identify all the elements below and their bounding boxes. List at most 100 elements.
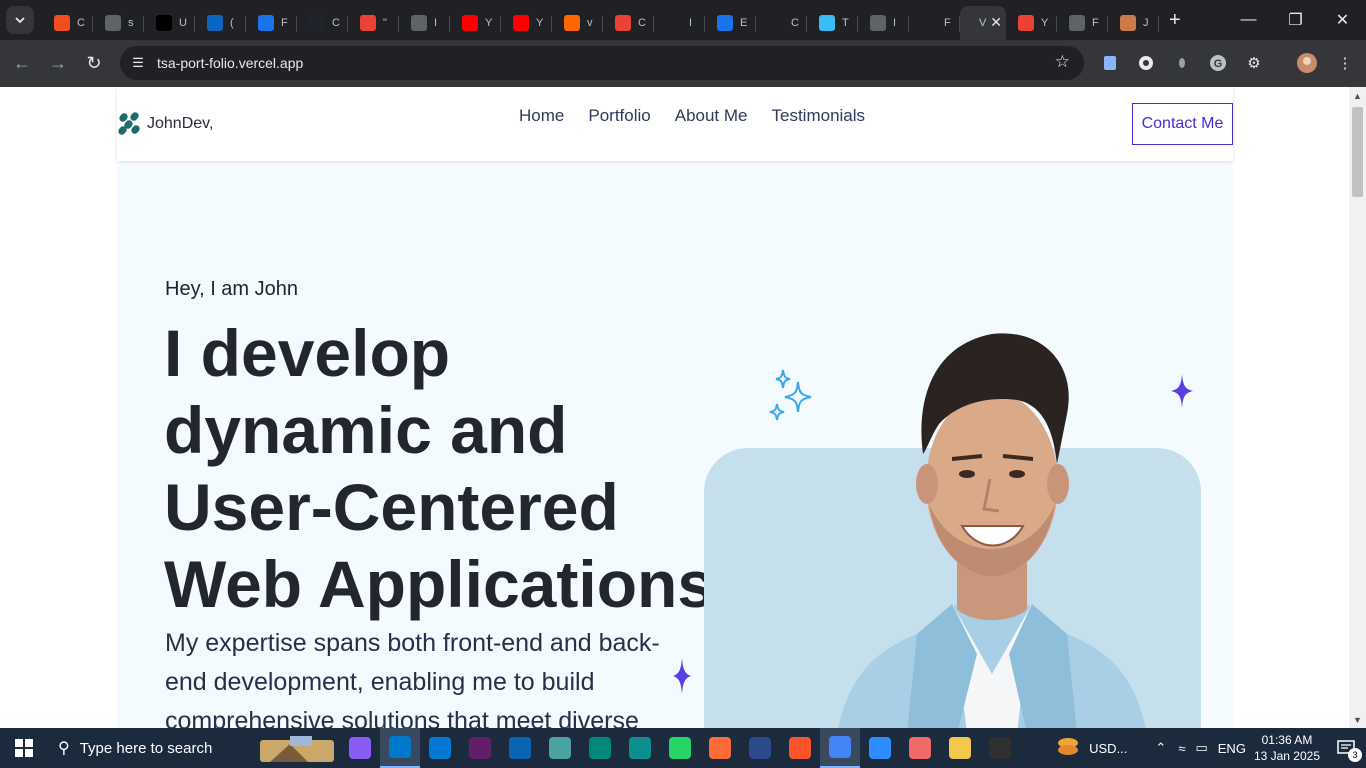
browser-tab[interactable]: F <box>1057 6 1108 40</box>
system-tray: USD... ⌃ ≈ ▭ ENG 01:36 AM 13 Jan 2025 3 <box>1057 728 1366 768</box>
browser-tab[interactable]: I <box>654 6 705 40</box>
browser-tab[interactable]: C <box>603 6 654 40</box>
browser-tab[interactable]: C <box>756 6 807 40</box>
tab-title: Y <box>1041 17 1049 29</box>
tab-search-button[interactable] <box>6 6 34 34</box>
profile-avatar[interactable] <box>1292 48 1322 78</box>
vscode-icon[interactable] <box>380 728 420 768</box>
copilot-icon[interactable] <box>340 728 380 768</box>
taskbar-search[interactable]: ⚲ Type here to search <box>48 728 248 768</box>
nav-portfolio[interactable]: Portfolio <box>588 106 650 126</box>
tab-title: s <box>128 17 134 29</box>
github-icon <box>921 15 937 31</box>
close-window-icon[interactable]: ✕ <box>1319 0 1366 40</box>
restore-icon[interactable]: ❐ <box>1272 0 1319 40</box>
asana-icon[interactable] <box>900 728 940 768</box>
browser-tab[interactable]: s <box>93 6 144 40</box>
brave-icon[interactable] <box>780 728 820 768</box>
close-tab-icon[interactable]: ✕ <box>990 14 1002 31</box>
reload-icon[interactable]: ↻ <box>76 46 112 82</box>
tab-title: " <box>383 17 387 29</box>
headline-line: I develop <box>164 316 451 390</box>
zoom-icon[interactable] <box>860 728 900 768</box>
grammarly-icon[interactable]: G <box>1203 48 1233 78</box>
browser-tab[interactable]: J <box>1108 6 1159 40</box>
figure-icon[interactable] <box>740 728 780 768</box>
postman-icon[interactable] <box>700 728 740 768</box>
browser-tab[interactable]: Y <box>450 6 501 40</box>
page-scrollbar[interactable]: ▲ ▼ <box>1349 87 1366 728</box>
git-tool-icon[interactable] <box>540 728 580 768</box>
address-bar[interactable]: ☰ tsa-port-folio.vercel.app ☆ <box>120 46 1084 80</box>
globe-icon <box>411 15 427 31</box>
scroll-up-icon[interactable]: ▲ <box>1349 87 1366 104</box>
figure-icon-glyph <box>749 737 771 759</box>
youtube-icon <box>513 15 529 31</box>
outlook-icon[interactable] <box>500 728 540 768</box>
site-logo[interactable]: JohnDev, <box>117 111 213 137</box>
window-controls: — ❐ ✕ <box>1225 0 1366 40</box>
scroll-down-icon[interactable]: ▼ <box>1349 711 1366 728</box>
chevron-up-icon[interactable]: ⌃ <box>1155 740 1166 756</box>
new-tab-icon[interactable]: + <box>1169 9 1181 32</box>
forward-icon[interactable]: → <box>40 46 76 82</box>
extension-dot-icon[interactable] <box>1167 48 1197 78</box>
clock[interactable]: 01:36 AM 13 Jan 2025 <box>1254 732 1320 764</box>
chrome-icon[interactable] <box>820 728 860 768</box>
url-text[interactable]: tsa-port-folio.vercel.app <box>157 55 303 71</box>
browser-tab[interactable]: T <box>807 6 858 40</box>
docs-extension-icon[interactable] <box>1095 48 1125 78</box>
meet-icon-glyph <box>589 737 611 759</box>
meet-icon[interactable] <box>580 728 620 768</box>
battery-icon[interactable]: ▭ <box>1195 740 1207 756</box>
browser-tab[interactable]: F <box>909 6 960 40</box>
whatsapp-icon[interactable] <box>660 728 700 768</box>
ticker-text[interactable]: USD... <box>1089 741 1127 756</box>
wifi-icon[interactable]: ≈ <box>1178 741 1185 756</box>
minimize-icon[interactable]: — <box>1225 0 1272 40</box>
globe-icon <box>1069 15 1085 31</box>
obs-icon[interactable] <box>980 728 1020 768</box>
start-button[interactable] <box>0 728 48 768</box>
browser-tab[interactable]: " <box>348 6 399 40</box>
menu-kebab-icon[interactable]: ⋮ <box>1330 48 1360 78</box>
browser-tab[interactable]: I <box>399 6 450 40</box>
contact-me-button[interactable]: Contact Me <box>1132 103 1233 145</box>
browser-tab[interactable]: v <box>552 6 603 40</box>
browser-tab[interactable]: F <box>246 6 297 40</box>
browser-tab[interactable]: E <box>705 6 756 40</box>
browser-tab[interactable]: Y <box>1006 6 1057 40</box>
browser-tab[interactable]: U <box>144 6 195 40</box>
slack-icon[interactable] <box>460 728 500 768</box>
browser-tab[interactable]: ( <box>195 6 246 40</box>
zoom-icon-glyph <box>869 737 891 759</box>
bookmark-star-icon[interactable]: ☆ <box>1055 52 1070 72</box>
site-info-icon[interactable]: ☰ <box>128 55 148 71</box>
nav-home[interactable]: Home <box>519 106 564 126</box>
widgets-weather-icon[interactable] <box>258 728 336 768</box>
browser-tab[interactable]: C <box>297 6 348 40</box>
tab-title: F <box>281 17 288 29</box>
store-icon[interactable] <box>420 728 460 768</box>
browser-tab-active[interactable]: V ✕ <box>960 6 1006 40</box>
browser-tab[interactable]: I <box>858 6 909 40</box>
notification-center-icon[interactable]: 3 <box>1334 736 1362 762</box>
language-indicator[interactable]: ENG <box>1218 741 1246 756</box>
file-explorer-icon[interactable] <box>940 728 980 768</box>
gmail-icon <box>360 15 376 31</box>
globe-icon <box>105 15 121 31</box>
ticker-icon[interactable] <box>1057 737 1079 760</box>
extension-circle-icon[interactable] <box>1131 48 1161 78</box>
hero-section: Hey, I am John I develop dynamic and Use… <box>117 164 1233 728</box>
edge-icon[interactable] <box>620 728 660 768</box>
nav-about-me[interactable]: About Me <box>675 106 748 126</box>
tab-title: V <box>979 17 987 29</box>
browser-tab[interactable]: C <box>42 6 93 40</box>
tailwind-icon <box>819 15 835 31</box>
browser-tab[interactable]: Y <box>501 6 552 40</box>
git-tool-icon-glyph <box>549 737 571 759</box>
extensions-puzzle-icon[interactable]: ⚙ <box>1239 48 1269 78</box>
back-icon[interactable]: ← <box>4 46 40 82</box>
nav-testimonials[interactable]: Testimonials <box>772 106 866 126</box>
scrollbar-thumb[interactable] <box>1352 107 1363 197</box>
